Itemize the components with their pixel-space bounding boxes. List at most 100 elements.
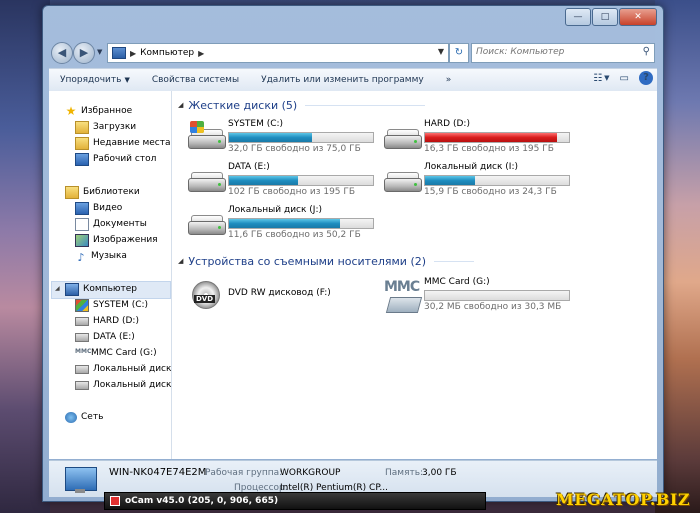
history-dropdown-icon[interactable]: ▼ bbox=[97, 48, 102, 56]
memory-value: 3,00 ГБ bbox=[422, 468, 457, 478]
record-icon bbox=[110, 496, 120, 506]
more-commands-button[interactable]: » bbox=[435, 75, 463, 85]
memory-label: Память: bbox=[385, 468, 424, 478]
forward-button[interactable]: ▶ bbox=[73, 42, 95, 64]
network-icon bbox=[65, 411, 77, 423]
search-input[interactable] bbox=[472, 44, 640, 60]
help-button[interactable]: ? bbox=[639, 71, 653, 85]
nav-drive-e[interactable]: DATA (E:) bbox=[75, 329, 135, 345]
drive-tile[interactable]: SYSTEM (C:) 32,0 ГБ свободно из 75,0 ГБ bbox=[186, 119, 376, 157]
nav-drive-e-label: DATA (E:) bbox=[93, 332, 135, 342]
group-header-removable[interactable]: ◢ Устройства со съемными носителями (2) bbox=[178, 252, 475, 270]
view-dropdown-icon[interactable]: ▼ bbox=[604, 74, 609, 82]
dvd-drive-tile[interactable]: DVD DVD RW дисковод (F:) bbox=[186, 277, 376, 315]
breadcrumb-computer[interactable]: Компьютер bbox=[140, 48, 194, 58]
nav-desktop-label: Рабочий стол bbox=[93, 154, 157, 164]
view-options-icon[interactable]: ☷ bbox=[593, 73, 602, 84]
expand-triangle-icon[interactable]: ◢ bbox=[55, 285, 60, 292]
back-button[interactable]: ◀ bbox=[51, 42, 73, 64]
ocam-recorder-bar[interactable]: oCam v45.0 (205, 0, 906, 665) bbox=[104, 492, 486, 510]
usage-bar bbox=[228, 132, 374, 143]
usage-bar bbox=[424, 132, 570, 143]
drive-tile[interactable]: Локальный диск (I:) 15,9 ГБ свободно из … bbox=[382, 162, 572, 200]
system-drive-icon bbox=[75, 298, 89, 312]
minimize-button[interactable]: — bbox=[565, 8, 591, 26]
nav-recent[interactable]: Недавние места bbox=[75, 135, 171, 151]
nav-documents[interactable]: Документы bbox=[75, 216, 147, 232]
collapse-triangle-icon[interactable]: ◢ bbox=[178, 257, 183, 265]
nav-downloads[interactable]: Загрузки bbox=[75, 119, 136, 135]
preview-pane-icon[interactable]: ▭ bbox=[620, 73, 629, 84]
mmc-card-icon: MMC bbox=[75, 347, 92, 355]
nav-desktop[interactable]: Рабочий стол bbox=[75, 151, 156, 167]
nav-music[interactable]: ♪ Музыка bbox=[75, 248, 126, 264]
workgroup-label: Рабочая группа: bbox=[205, 468, 283, 478]
uninstall-program-button[interactable]: Удалить или изменить программу bbox=[250, 75, 435, 85]
navigation-pane: ★ Избранное Загрузки Недавние места Рабоч… bbox=[49, 91, 172, 459]
nav-documents-label: Документы bbox=[93, 219, 147, 229]
hard-drive-icon bbox=[384, 127, 422, 149]
nav-video[interactable]: Видео bbox=[75, 200, 122, 216]
mmc-card-tile[interactable]: MMC MMC Card (G:) 30,2 МБ свободно из 30… bbox=[382, 277, 572, 315]
nav-network[interactable]: Сеть bbox=[65, 409, 103, 425]
maximize-button[interactable]: □ bbox=[592, 8, 618, 26]
refresh-button[interactable]: ↻ bbox=[449, 43, 469, 63]
drive-tile[interactable]: DATA (E:) 102 ГБ свободно из 195 ГБ bbox=[186, 162, 376, 200]
star-icon: ★ bbox=[65, 104, 77, 118]
drive-free-space: 15,9 ГБ свободно из 24,3 ГБ bbox=[424, 187, 557, 197]
drive-free-space: 16,3 ГБ свободно из 195 ГБ bbox=[424, 144, 554, 154]
nav-libraries[interactable]: Библиотеки bbox=[65, 184, 140, 200]
title-bar[interactable]: — □ ✕ bbox=[43, 6, 663, 36]
nav-drive-j-label: Локальный диск (J:) bbox=[93, 380, 172, 390]
group-header-hdd[interactable]: ◢ Жесткие диски (5) bbox=[178, 96, 426, 114]
drive-free-space: 11,6 ГБ свободно из 50,2 ГБ bbox=[228, 230, 361, 240]
hard-drive-icon bbox=[75, 332, 89, 342]
search-box: ⚲ bbox=[471, 43, 655, 63]
system-properties-button[interactable]: Свойства системы bbox=[141, 75, 250, 85]
recent-places-icon bbox=[75, 136, 89, 150]
nav-drive-i-label: Локальный диск (I:) bbox=[93, 364, 172, 374]
collapse-triangle-icon[interactable]: ◢ bbox=[178, 101, 183, 109]
nav-favorites[interactable]: ★ Избранное bbox=[65, 103, 133, 119]
organize-button[interactable]: Упорядочить ▼ bbox=[49, 75, 141, 85]
mmc-logo: MMC bbox=[384, 279, 420, 295]
drive-name: SYSTEM (C:) bbox=[228, 119, 284, 129]
window-controls: — □ ✕ bbox=[564, 8, 657, 26]
close-button[interactable]: ✕ bbox=[619, 8, 657, 26]
nav-drive-c-label: SYSTEM (C:) bbox=[93, 300, 149, 310]
view-controls: ☷ ▼ ▭ ? bbox=[583, 71, 653, 85]
address-bar[interactable]: ▶ Компьютер ▶ ▼ bbox=[107, 43, 449, 63]
nav-favorites-label: Избранное bbox=[81, 106, 133, 116]
video-icon bbox=[75, 201, 89, 215]
nav-drive-i[interactable]: Локальный диск (I:) bbox=[75, 361, 172, 377]
address-dropdown-icon[interactable]: ▼ bbox=[438, 47, 444, 56]
chevron-right-icon[interactable]: ▶ bbox=[198, 49, 204, 58]
chevron-right-icon[interactable]: ▶ bbox=[130, 49, 136, 58]
nav-computer[interactable]: Компьютер bbox=[65, 281, 137, 297]
nav-video-label: Видео bbox=[93, 203, 123, 213]
nav-drive-j[interactable]: Локальный диск (J:) bbox=[75, 377, 172, 393]
drive-name: HARD (D:) bbox=[424, 119, 470, 129]
group-header-removable-label: Устройства со съемными носителями (2) bbox=[188, 254, 427, 268]
libraries-icon bbox=[65, 185, 79, 199]
drive-tile[interactable]: HARD (D:) 16,3 ГБ свободно из 195 ГБ bbox=[382, 119, 572, 157]
drive-tile[interactable]: Локальный диск (J:) 11,6 ГБ свободно из … bbox=[186, 205, 376, 243]
music-icon: ♪ bbox=[77, 250, 85, 264]
usage-fill bbox=[229, 133, 312, 142]
content-pane: ◢ Жесткие диски (5) SYSTEM (C:) 32,0 ГБ … bbox=[172, 91, 657, 459]
nav-recent-label: Недавние места bbox=[93, 138, 171, 148]
nav-drive-g[interactable]: MMC MMC Card (G:) bbox=[75, 345, 157, 361]
nav-drive-d[interactable]: HARD (D:) bbox=[75, 313, 139, 329]
nav-downloads-label: Загрузки bbox=[93, 122, 137, 132]
hard-drive-icon bbox=[75, 316, 89, 326]
workgroup-value: WORKGROUP bbox=[280, 468, 341, 478]
computer-stand bbox=[75, 489, 85, 493]
drive-name: Локальный диск (J:) bbox=[228, 205, 323, 215]
nav-drive-d-label: HARD (D:) bbox=[93, 316, 139, 326]
nav-drive-c[interactable]: SYSTEM (C:) bbox=[75, 297, 148, 313]
search-icon[interactable]: ⚲ bbox=[643, 46, 650, 57]
usage-fill bbox=[425, 176, 475, 185]
nav-images[interactable]: Изображения bbox=[75, 232, 158, 248]
command-bar: Упорядочить ▼ Свойства системы Удалить ил… bbox=[49, 68, 657, 92]
nav-images-label: Изображения bbox=[93, 235, 158, 245]
